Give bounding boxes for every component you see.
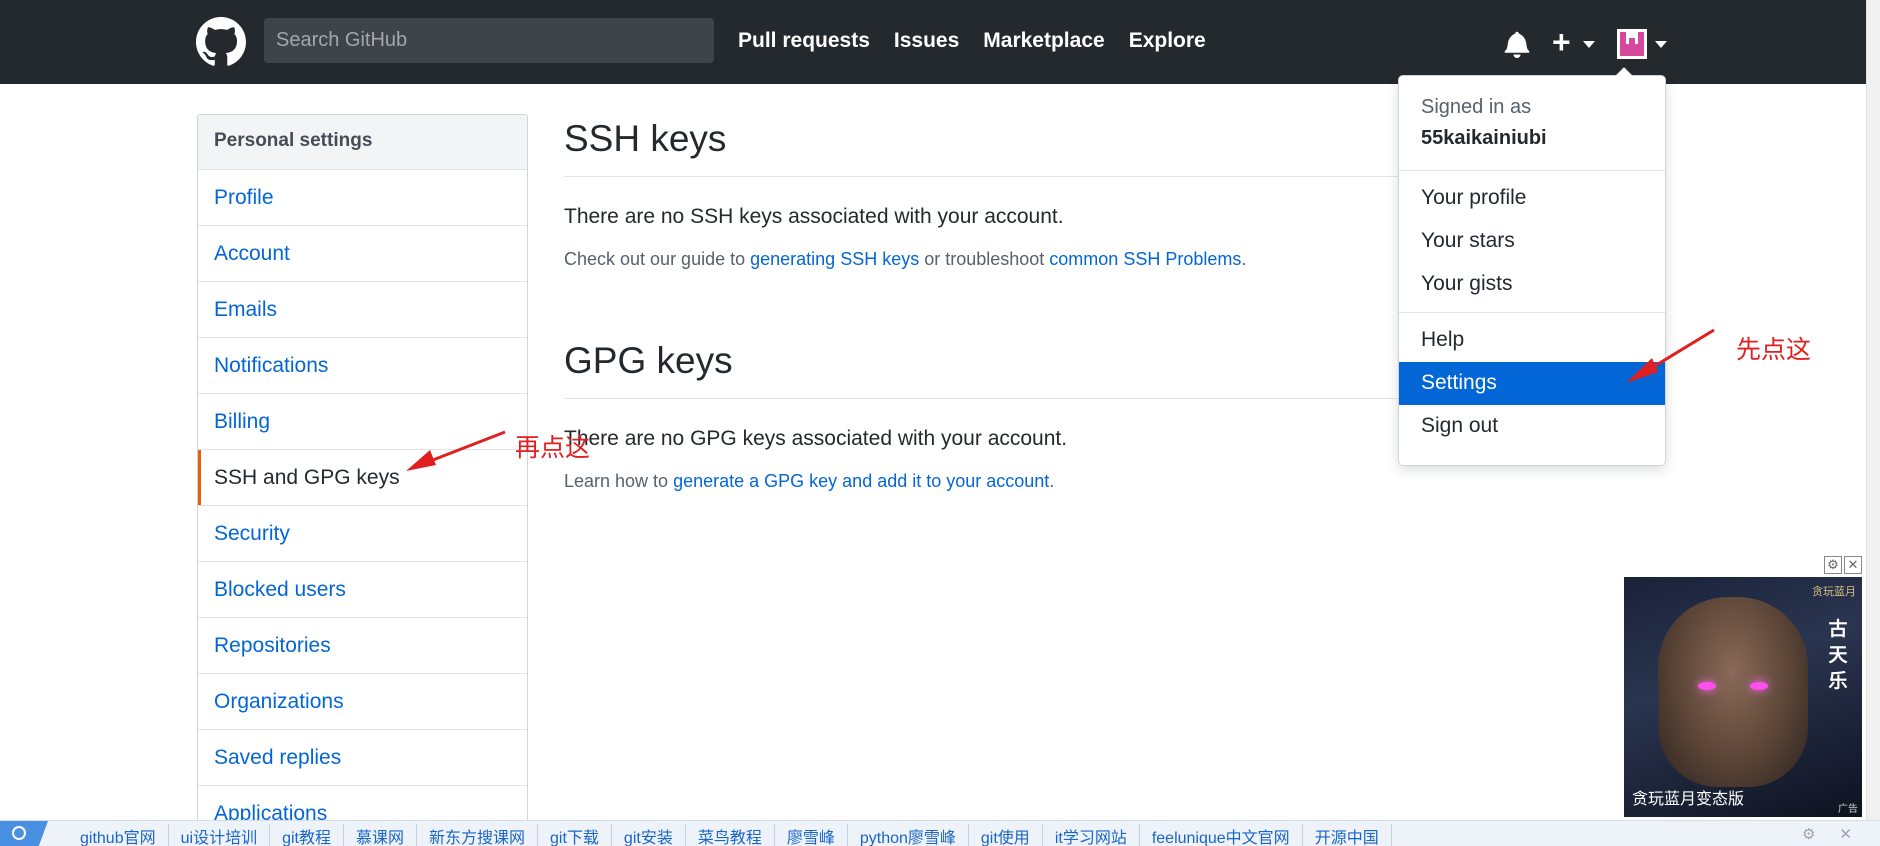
- generate-gpg-key-link[interactable]: generate a GPG key and add it to your ac…: [673, 471, 1049, 491]
- create-new-plus-icon[interactable]: +: [1552, 25, 1571, 59]
- generating-ssh-keys-link[interactable]: generating SSH keys: [750, 249, 919, 269]
- search-icon: [12, 826, 26, 840]
- signed-in-username: 55kaikainiubi: [1421, 127, 1547, 149]
- ad-side-char: 乐: [1828, 671, 1848, 692]
- avatar[interactable]: [1617, 29, 1647, 59]
- sidebar-item-emails[interactable]: Emails: [198, 282, 527, 338]
- ad-eye-right: [1750, 682, 1768, 690]
- settings-sidebar: Personal settings Profile Account Emails…: [197, 114, 528, 822]
- bookmark-link[interactable]: feelunique中文官网: [1140, 824, 1303, 846]
- ssh-guide-suffix: .: [1241, 249, 1247, 269]
- avatar-caret-icon[interactable]: [1655, 41, 1667, 48]
- sidebar-item-billing[interactable]: Billing: [198, 394, 527, 450]
- bookmark-link[interactable]: git安装: [612, 824, 686, 846]
- dropdown-your-profile[interactable]: Your profile: [1399, 177, 1665, 220]
- gpg-learn-note: Learn how to generate a GPG key and add …: [564, 471, 1664, 492]
- dropdown-your-gists[interactable]: Your gists: [1399, 263, 1665, 306]
- ad-banner[interactable]: 贪玩蓝月 古 天 乐 贪玩蓝月变态版 广告: [1624, 577, 1862, 817]
- ad-side-char: 天: [1828, 645, 1848, 666]
- bookmark-link[interactable]: git教程: [270, 824, 344, 846]
- annotation-second-click: 再点这: [515, 434, 591, 462]
- nav-issues[interactable]: Issues: [894, 29, 959, 53]
- bookmark-link[interactable]: 廖雪峰: [775, 824, 848, 846]
- bookmark-tools: ⚙ ✕: [1802, 825, 1852, 843]
- sidebar-item-profile[interactable]: Profile: [198, 170, 527, 226]
- sidebar-item-blocked-users[interactable]: Blocked users: [198, 562, 527, 618]
- sidebar-item-organizations[interactable]: Organizations: [198, 674, 527, 730]
- sidebar-item-saved-replies[interactable]: Saved replies: [198, 730, 527, 786]
- sidebar-item-applications[interactable]: Applications: [198, 786, 527, 821]
- top-nav: Pull requests Issues Marketplace Explore: [738, 29, 1206, 53]
- top-header: Search GitHub Pull requests Issues Marke…: [0, 0, 1866, 84]
- ad-eye-left: [1698, 682, 1716, 690]
- ad-portrait-image: [1658, 597, 1808, 787]
- ssh-guide-prefix: Check out our guide to: [564, 249, 751, 269]
- dropdown-sign-out[interactable]: Sign out: [1399, 405, 1665, 448]
- bookmark-link[interactable]: 开源中国: [1303, 824, 1392, 846]
- bookmark-link[interactable]: github官网: [68, 824, 169, 846]
- dropdown-help[interactable]: Help: [1399, 319, 1665, 362]
- page-scrollbar[interactable]: [1866, 0, 1880, 820]
- sidebar-item-repositories[interactable]: Repositories: [198, 618, 527, 674]
- dropdown-divider: [1399, 170, 1665, 171]
- sidebar-item-ssh-gpg-keys[interactable]: SSH and GPG keys: [198, 450, 527, 506]
- bookmark-link[interactable]: git下载: [538, 824, 612, 846]
- github-logo-icon[interactable]: [196, 17, 246, 67]
- nav-explore[interactable]: Explore: [1129, 29, 1206, 53]
- gpg-learn-prefix: Learn how to: [564, 471, 674, 491]
- common-ssh-problems-link[interactable]: common SSH Problems: [1049, 249, 1241, 269]
- bell-icon[interactable]: [1504, 30, 1530, 58]
- bookmark-search-button[interactable]: [0, 821, 48, 846]
- sidebar-heading: Personal settings: [198, 115, 527, 170]
- signed-in-block: Signed in as 55kaikainiubi: [1399, 76, 1665, 164]
- ad-caption: 贪玩蓝月变态版: [1632, 791, 1745, 808]
- dropdown-divider: [1399, 312, 1665, 313]
- gpg-learn-suffix: .: [1049, 471, 1055, 491]
- ad-side-text: 古 天 乐: [1824, 617, 1852, 695]
- ad-label: 广告: [1838, 804, 1858, 815]
- sidebar-item-security[interactable]: Security: [198, 506, 527, 562]
- bookmark-link[interactable]: 新东方搜课网: [417, 824, 539, 846]
- bookmark-link[interactable]: ui设计培训: [169, 824, 271, 846]
- user-dropdown-menu: Signed in as 55kaikainiubi Your profile …: [1398, 67, 1666, 466]
- close-icon[interactable]: ✕: [1839, 825, 1852, 843]
- bookmark-link[interactable]: git使用: [969, 824, 1043, 846]
- bookmark-link[interactable]: it学习网站: [1043, 824, 1140, 846]
- ad-close-icon[interactable]: ✕: [1844, 556, 1862, 574]
- bookmark-bar: github官网 ui设计培训 git教程 慕课网 新东方搜课网 git下载 g…: [0, 820, 1880, 846]
- signed-in-label: Signed in as: [1421, 96, 1532, 118]
- bookmark-link[interactable]: 菜鸟教程: [686, 824, 775, 846]
- ad-settings-icon[interactable]: ⚙: [1824, 556, 1842, 574]
- avatar-identicon-icon: [1617, 29, 1647, 59]
- search-input[interactable]: Search GitHub: [264, 18, 714, 63]
- ad-side-char: 古: [1828, 619, 1848, 640]
- sidebar-item-account[interactable]: Account: [198, 226, 527, 282]
- annotation-first-click: 先点这: [1736, 336, 1812, 364]
- dropdown-your-stars[interactable]: Your stars: [1399, 220, 1665, 263]
- bookmark-link[interactable]: 慕课网: [344, 824, 417, 846]
- create-caret-icon[interactable]: [1583, 41, 1595, 48]
- nav-marketplace[interactable]: Marketplace: [983, 29, 1104, 53]
- dropdown-settings[interactable]: Settings: [1399, 362, 1665, 405]
- ssh-guide-mid: or troubleshoot: [919, 249, 1050, 269]
- gear-icon[interactable]: ⚙: [1802, 825, 1815, 843]
- ad-logo-text: 贪玩蓝月: [1812, 586, 1856, 598]
- bookmark-links: github官网 ui设计培训 git教程 慕课网 新东方搜课网 git下载 g…: [68, 824, 1392, 846]
- sidebar-item-notifications[interactable]: Notifications: [198, 338, 527, 394]
- bookmark-link[interactable]: python廖雪峰: [848, 824, 969, 846]
- nav-pull-requests[interactable]: Pull requests: [738, 29, 870, 53]
